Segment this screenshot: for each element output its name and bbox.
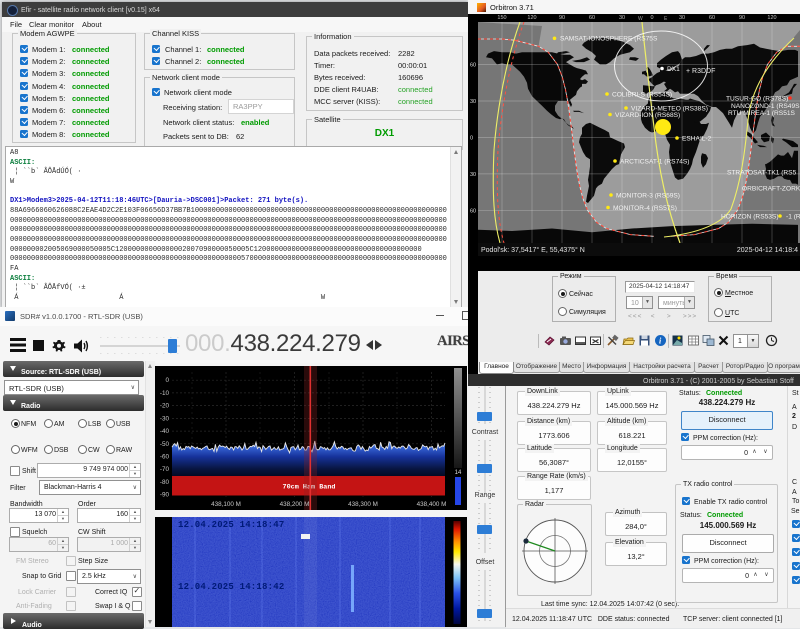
svg-text:TUSUR-GO (RS78S): TUSUR-GO (RS78S) bbox=[726, 95, 788, 102]
svg-text:HORIZON (RS53S): HORIZON (RS53S) bbox=[721, 213, 779, 220]
svg-text:+ R3DDF: + R3DDF bbox=[686, 68, 715, 75]
svg-text:30: 30 bbox=[470, 172, 476, 178]
svg-text:NANOZOND-1 (RS49S: NANOZOND-1 (RS49S bbox=[731, 103, 800, 110]
svg-text:MONITOR-3 (RS59S): MONITOR-3 (RS59S) bbox=[616, 192, 680, 199]
svg-text:MONITOR-4 (RS57S): MONITOR-4 (RS57S) bbox=[613, 205, 677, 212]
svg-text:ESHAIL-2: ESHAIL-2 bbox=[682, 135, 712, 142]
svg-text:-1 (RS: -1 (RS bbox=[786, 213, 800, 220]
svg-text:RTU MIREA-1 (RS51S: RTU MIREA-1 (RS51S bbox=[728, 110, 796, 117]
svg-text:30: 30 bbox=[470, 99, 476, 105]
svg-text:SAMSAT-IONOSPHERE (RS75S: SAMSAT-IONOSPHERE (RS75S bbox=[560, 36, 658, 43]
svg-text:VIZARD-ION (RS68S): VIZARD-ION (RS68S) bbox=[615, 112, 680, 119]
svg-text:0: 0 bbox=[470, 135, 473, 141]
svg-text:60: 60 bbox=[470, 208, 476, 214]
svg-text:COLIBRI-S (RS54S): COLIBRI-S (RS54S) bbox=[612, 91, 672, 98]
svg-text:STRATOSAT-TK1 (RS5: STRATOSAT-TK1 (RS5 bbox=[727, 169, 797, 176]
svg-text:DX1: DX1 bbox=[667, 66, 680, 73]
svg-text:ORBICRAFT-ZORKIY: ORBICRAFT-ZORKIY bbox=[742, 185, 800, 192]
svg-text:60: 60 bbox=[470, 63, 476, 69]
svg-text:ARCTICSAT-1 (RS74S): ARCTICSAT-1 (RS74S) bbox=[620, 158, 690, 165]
